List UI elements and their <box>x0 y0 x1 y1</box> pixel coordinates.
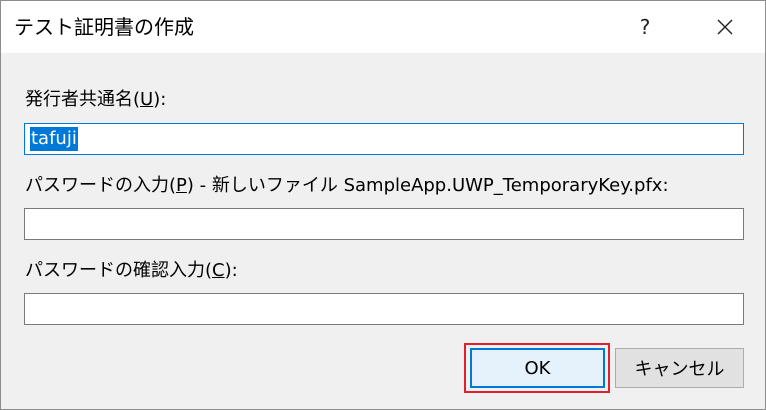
confirm-password-label-accel: C <box>212 260 225 281</box>
confirm-password-label: パスワードの確認入力(C): <box>25 260 238 282</box>
password-label-suffix: ) - 新しいファイル SampleApp.UWP_TemporaryKey.p… <box>186 175 669 196</box>
title-bar: テスト証明書の作成 ? <box>1 1 765 53</box>
confirm-password-label-prefix: パスワードの確認入力( <box>25 260 213 281</box>
common-name-label-accel: U <box>140 89 154 110</box>
ok-button[interactable]: OK <box>470 348 605 388</box>
cancel-button[interactable]: キャンセル <box>615 348 744 388</box>
common-name-label-prefix: 発行者共通名( <box>25 89 141 110</box>
password-label-prefix: パスワードの入力( <box>25 175 177 196</box>
confirm-password-label-suffix: ): <box>224 260 238 281</box>
password-input[interactable] <box>24 208 744 240</box>
close-icon <box>717 19 733 35</box>
confirm-password-input[interactable] <box>24 293 744 325</box>
password-label: パスワードの入力(P) - 新しいファイル SampleApp.UWP_Temp… <box>25 175 669 197</box>
common-name-input[interactable]: tafuji <box>24 123 744 155</box>
common-name-label-suffix: ): <box>153 89 167 110</box>
password-label-accel: P <box>176 175 187 196</box>
common-name-label: 発行者共通名(U): <box>25 89 166 111</box>
dialog-title: テスト証明書の作成 <box>14 15 194 39</box>
common-name-value: tafuji <box>30 127 78 151</box>
close-button[interactable] <box>693 7 757 47</box>
help-button[interactable]: ? <box>613 7 677 47</box>
create-test-certificate-dialog: テスト証明書の作成 ? 発行者共通名(U): tafuji パスワードの入力(P… <box>0 0 766 410</box>
